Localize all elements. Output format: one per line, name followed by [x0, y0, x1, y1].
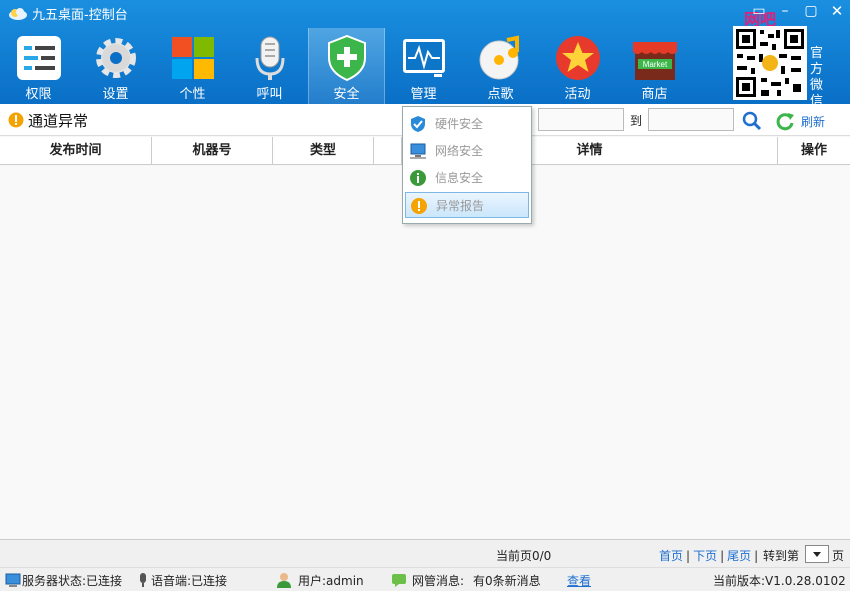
- menu-item-info-security[interactable]: 信息安全: [405, 165, 529, 191]
- tool-manage[interactable]: 管理: [385, 28, 462, 104]
- last-page-link[interactable]: 尾页: [727, 549, 751, 563]
- list-icon: [16, 36, 61, 80]
- message-icon: [392, 574, 406, 587]
- menu-item-label: 硬件安全: [435, 117, 484, 131]
- window-controls: ▭ – ▢ ✕: [746, 0, 850, 24]
- restore-button[interactable]: ▢: [798, 0, 824, 22]
- menu-item-label: 异常报告: [436, 199, 485, 213]
- start-date-input[interactable]: [538, 108, 624, 131]
- tool-permissions[interactable]: 权限: [0, 28, 77, 104]
- menu-item-exception-report[interactable]: 异常报告: [405, 192, 529, 218]
- column-header[interactable]: 操作: [778, 137, 850, 165]
- microphone-icon: [140, 573, 146, 587]
- tool-activity[interactable]: 活动: [539, 28, 616, 104]
- page-unit-label: 页: [832, 549, 845, 563]
- warning-icon: [411, 198, 427, 214]
- windows-tiles-icon: [171, 37, 214, 79]
- goto-label: 转到第: [763, 549, 800, 563]
- tool-label: 活动: [564, 87, 591, 102]
- search-icon[interactable]: [742, 111, 762, 131]
- end-date-input[interactable]: [648, 108, 734, 131]
- menu-item-label: 信息安全: [435, 171, 484, 185]
- server-monitor-icon: [5, 573, 21, 587]
- tool-label: 点歌: [487, 87, 514, 102]
- pagination-bar: 当前页0/0 首页 | 下页 | 尾页 | 转到第 页: [0, 539, 850, 567]
- shield-icon: [327, 34, 366, 82]
- column-header[interactable]: 发布时间: [0, 137, 152, 165]
- app-cloud-icon: [9, 8, 27, 20]
- tool-label: 设置: [102, 87, 129, 102]
- title-bar: 九五桌面-控制台 网吧 ▭ – ▢ ✕ 权限 设置 个性 呼叫 安全 管理 点歌…: [0, 0, 850, 109]
- next-page-link[interactable]: 下页: [693, 549, 717, 563]
- tool-label: 个性: [179, 87, 206, 102]
- tool-label: 安全: [333, 87, 360, 102]
- tool-label: 管理: [410, 87, 437, 102]
- page-info: 当前页0/0: [496, 549, 552, 563]
- status-bar: 服务器状态:已连接 语音端:已连接 用户:admin 网管消息: 有0条新消息 …: [0, 567, 850, 591]
- message-label: 网管消息:: [412, 574, 465, 588]
- server-status: 服务器状态:已连接: [22, 574, 123, 588]
- column-header[interactable]: 类型: [273, 137, 374, 165]
- tool-label: 权限: [25, 87, 52, 102]
- market-icon: Market: [632, 42, 677, 80]
- music-disc-icon: [479, 35, 519, 80]
- tool-song[interactable]: 点歌: [462, 28, 539, 104]
- market-sign-text: Market: [642, 60, 667, 69]
- menu-item-label: 网络安全: [435, 144, 484, 158]
- message-count: 有0条新消息: [473, 574, 541, 588]
- first-page-link[interactable]: 首页: [659, 549, 683, 563]
- voice-status: 语音端:已连接: [151, 574, 228, 588]
- refresh-button[interactable]: 刷新: [801, 113, 825, 130]
- window-title: 九五桌面-控制台: [32, 8, 128, 23]
- tool-call[interactable]: 呼叫: [231, 28, 308, 104]
- section-title: 通道异常: [28, 112, 89, 130]
- star-icon: [555, 36, 600, 80]
- user-label: 用户:admin: [298, 574, 364, 588]
- tool-label: 商店: [641, 87, 668, 102]
- column-header[interactable]: [374, 137, 402, 165]
- page-select[interactable]: [805, 545, 829, 563]
- tool-personalize[interactable]: 个性: [154, 28, 231, 104]
- qr-code-image: [733, 26, 807, 100]
- tool-settings[interactable]: 设置: [77, 28, 154, 104]
- tool-security[interactable]: 安全: [308, 28, 385, 104]
- main-toolbar: 权限 设置 个性 呼叫 安全 管理 点歌 活动 Market 商店: [0, 28, 693, 104]
- info-icon: [410, 170, 426, 186]
- security-dropdown-menu: 硬件安全 网络安全 信息安全 异常报告: [402, 106, 532, 224]
- qr-label: 官方微信: [810, 46, 824, 109]
- user-icon: [277, 573, 291, 588]
- shield-check-icon: [411, 116, 425, 132]
- tool-store[interactable]: Market 商店: [616, 28, 693, 104]
- warning-icon: [8, 112, 24, 128]
- close-button[interactable]: ✕: [824, 0, 850, 22]
- menu-item-hardware-security[interactable]: 硬件安全: [405, 111, 529, 137]
- version-label: 当前版本:V1.0.28.0102: [713, 574, 846, 588]
- minimize-button[interactable]: –: [772, 0, 798, 22]
- monitor-icon: [402, 39, 445, 77]
- network-icon: [410, 143, 426, 159]
- refresh-icon[interactable]: [775, 111, 795, 131]
- view-messages-link[interactable]: 查看: [567, 572, 591, 589]
- pager-links: 首页 | 下页 | 尾页 |: [659, 549, 759, 563]
- menu-item-network-security[interactable]: 网络安全: [405, 138, 529, 164]
- tool-label: 呼叫: [256, 87, 283, 102]
- microphone-icon: [255, 36, 284, 80]
- chat-icon[interactable]: ▭: [746, 0, 772, 22]
- column-header[interactable]: 机器号: [152, 137, 273, 165]
- to-label: 到: [630, 114, 643, 128]
- gear-icon: [95, 38, 136, 78]
